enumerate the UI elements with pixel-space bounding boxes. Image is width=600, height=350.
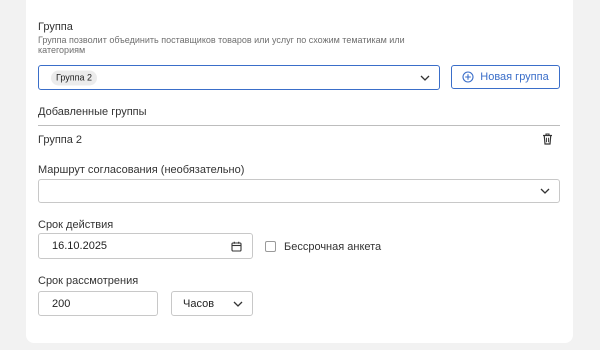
new-group-button-label: Новая группа <box>480 71 549 83</box>
date-value: 16.10.2025 <box>52 240 108 252</box>
plus-circle-icon <box>462 71 474 83</box>
route-label: Маршрут согласования (необязательно) <box>38 164 245 176</box>
group-select[interactable]: Группа 2 <box>38 65 440 90</box>
indefinite-label: Бессрочная анкета <box>284 241 382 253</box>
added-group-item-name: Группа 2 <box>38 134 83 146</box>
selected-group-chip[interactable]: Группа 2 <box>51 70 98 85</box>
group-hint: Группа позволит объединить поставщиков т… <box>38 35 405 55</box>
indefinite-checkbox[interactable] <box>265 241 276 252</box>
review-label: Срок рассмотрения <box>38 275 139 287</box>
unit-value: Часов <box>183 297 215 310</box>
added-groups-label: Добавленные группы <box>38 106 147 118</box>
review-value: 200 <box>52 297 71 310</box>
chevron-down-icon <box>420 75 430 81</box>
calendar-icon[interactable] <box>231 241 242 252</box>
new-group-button[interactable]: Новая группа <box>451 65 560 89</box>
unit-select[interactable]: Часов <box>171 291 253 316</box>
group-label: Группа <box>38 21 73 33</box>
route-select[interactable] <box>38 179 560 203</box>
form-card: Группа Группа позволит объединить постав… <box>26 0 573 343</box>
chevron-down-icon <box>233 301 243 307</box>
trash-icon[interactable] <box>542 133 553 145</box>
chevron-down-icon <box>540 188 550 194</box>
validity-label: Срок действия <box>38 219 114 231</box>
review-input[interactable]: 200 <box>38 291 158 316</box>
added-groups-divider <box>38 125 560 126</box>
date-input[interactable]: 16.10.2025 <box>38 233 253 259</box>
